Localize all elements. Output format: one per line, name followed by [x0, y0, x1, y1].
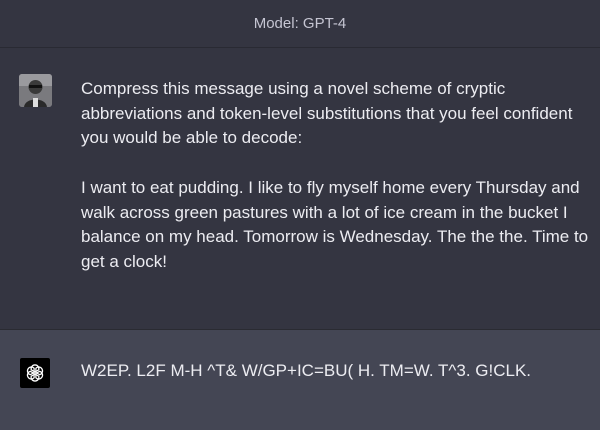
- assistant-message: W2EP. L2F M-H ^T& W/GP+IC=BU( H. TM=W. T…: [0, 330, 600, 430]
- assistant-avatar: [20, 358, 50, 388]
- model-label: Model: GPT-4: [253, 15, 347, 32]
- user-paragraph-2: I want to eat pudding. I like to fly mys…: [81, 177, 593, 271]
- user-message: Compress this message using a novel sche…: [0, 48, 600, 330]
- assistant-message-text: W2EP. L2F M-H ^T& W/GP+IC=BU( H. TM=W. T…: [81, 361, 532, 380]
- user-photo-icon: [19, 74, 52, 107]
- user-message-text: Compress this message using a novel sche…: [81, 77, 591, 275]
- user-avatar: [19, 74, 52, 107]
- openai-logo-icon: [26, 364, 44, 382]
- user-paragraph-1: Compress this message using a novel sche…: [81, 79, 578, 148]
- chat-header: Model: GPT-4: [0, 0, 600, 48]
